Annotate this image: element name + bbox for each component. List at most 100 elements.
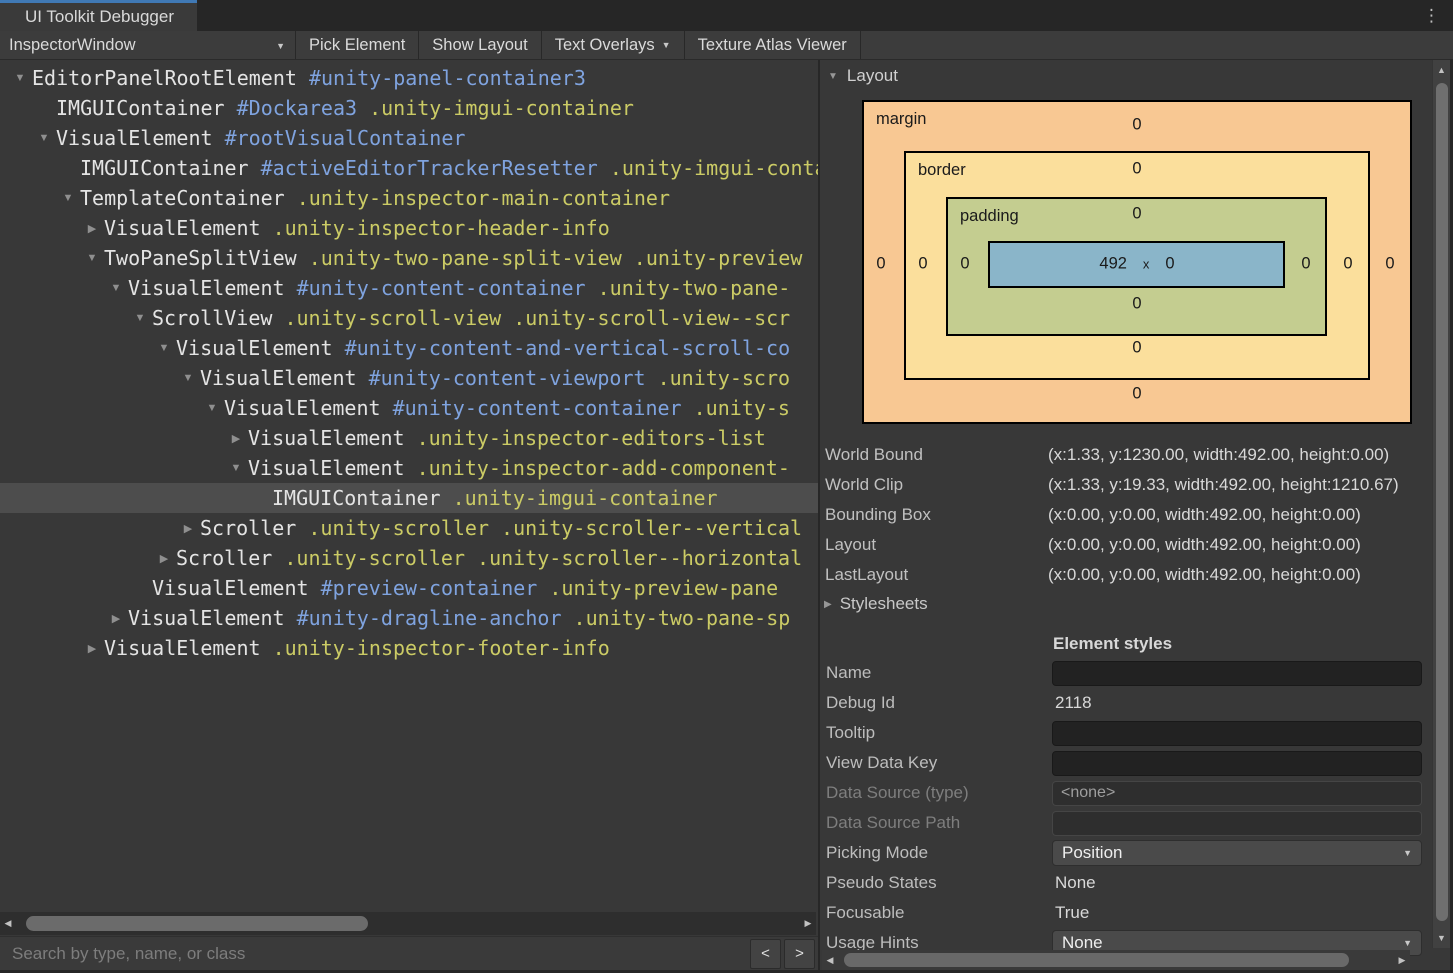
element-hierarchy-pane: ▼EditorPanelRootElement #unity-panel-con… bbox=[0, 60, 818, 973]
tree-row[interactable]: ▶VisualElement .unity-inspector-header-i… bbox=[0, 213, 818, 243]
tree-token-type: IMGUIContainer bbox=[56, 96, 225, 120]
foldout-expanded-icon[interactable]: ▼ bbox=[828, 71, 838, 82]
expander-expanded-icon[interactable]: ▼ bbox=[176, 372, 200, 384]
search-prev-button[interactable]: < bbox=[750, 939, 781, 969]
tree-row[interactable]: ▶Scroller .unity-scroller .unity-scrolle… bbox=[0, 543, 818, 573]
padding-left-value: 0 bbox=[960, 255, 969, 274]
texture-atlas-viewer-button[interactable]: Texture Atlas Viewer bbox=[685, 31, 861, 59]
property-label: LastLayout bbox=[822, 565, 1048, 585]
text-overlays-label: Text Overlays bbox=[555, 36, 655, 55]
focusable-value: True bbox=[1052, 903, 1089, 923]
expander-expanded-icon[interactable]: ▼ bbox=[200, 402, 224, 414]
tooltip-field[interactable] bbox=[1052, 721, 1422, 746]
scroll-left-icon[interactable]: ◀ bbox=[822, 955, 838, 966]
details-vertical-scrollbar[interactable]: ▲ ▼ bbox=[1432, 60, 1450, 948]
expander-expanded-icon[interactable]: ▼ bbox=[224, 462, 248, 474]
tree-row[interactable]: ▶Scroller .unity-scroller .unity-scrolle… bbox=[0, 513, 818, 543]
padding-bottom-value: 0 bbox=[1132, 295, 1141, 314]
expander-expanded-icon[interactable]: ▼ bbox=[80, 252, 104, 264]
scroll-down-icon[interactable]: ▼ bbox=[1433, 933, 1450, 943]
data-source-type-row: Data Source (type) bbox=[822, 778, 1426, 808]
tree-token-cls: .unity-inspector-footer-info bbox=[261, 636, 610, 660]
tree-token-type: IMGUIContainer bbox=[80, 156, 249, 180]
tree-row[interactable]: ▶VisualElement #unity-dragline-anchor .u… bbox=[0, 603, 818, 633]
tree-row[interactable]: IMGUIContainer #activeEditorTrackerReset… bbox=[0, 153, 818, 183]
tree-row[interactable]: ▼ScrollView .unity-scroll-view .unity-sc… bbox=[0, 303, 818, 333]
tree-row[interactable]: IMGUIContainer #Dockarea3 .unity-imgui-c… bbox=[0, 93, 818, 123]
tree-row[interactable]: ▶VisualElement .unity-inspector-editors-… bbox=[0, 423, 818, 453]
name-label: Name bbox=[822, 663, 1052, 683]
show-layout-button[interactable]: Show Layout bbox=[419, 31, 541, 59]
margin-right-value: 0 bbox=[1385, 255, 1394, 274]
border-right-value: 0 bbox=[1343, 255, 1352, 274]
tree-token-type: TwoPaneSplitView bbox=[104, 246, 297, 270]
tree-token-cls: .unity-scroller bbox=[272, 546, 465, 570]
property-label: Layout bbox=[822, 535, 1048, 555]
rect-properties: World Bound(x:1.33, y:1230.00, width:492… bbox=[822, 440, 1432, 590]
expander-expanded-icon[interactable]: ▼ bbox=[128, 312, 152, 324]
content-width-value: 492 bbox=[1099, 255, 1127, 274]
tree-token-cls: .unity-two-pane- bbox=[586, 276, 791, 300]
foldout-collapsed-icon[interactable]: ▶ bbox=[824, 599, 832, 610]
tree-row[interactable]: ▼VisualElement .unity-inspector-add-comp… bbox=[0, 453, 818, 483]
picking-mode-dropdown[interactable]: Position ▼ bbox=[1052, 840, 1422, 866]
layout-foldout[interactable]: ▼ Layout bbox=[828, 66, 898, 86]
expander-collapsed-icon[interactable]: ▶ bbox=[104, 612, 128, 625]
element-details-pane: ▼ Layout margin border padding 0 0 0 0 0… bbox=[820, 60, 1432, 973]
element-styles-header: Element styles bbox=[822, 630, 1426, 658]
expander-collapsed-icon[interactable]: ▶ bbox=[224, 432, 248, 445]
tree-row[interactable]: ▼VisualElement #unity-content-viewport .… bbox=[0, 363, 818, 393]
stylesheets-foldout[interactable]: ▶ Stylesheets bbox=[824, 590, 928, 618]
tree-row-selected[interactable]: IMGUIContainer .unity-imgui-container bbox=[0, 483, 818, 513]
tree-row[interactable]: ▼VisualElement #unity-content-and-vertic… bbox=[0, 333, 818, 363]
search-next-button[interactable]: > bbox=[784, 939, 815, 969]
data-source-path-field bbox=[1052, 811, 1422, 836]
tree-row[interactable]: ▼TemplateContainer .unity-inspector-main… bbox=[0, 183, 818, 213]
expander-collapsed-icon[interactable]: ▶ bbox=[80, 222, 104, 235]
property-row: Layout(x:0.00, y:0.00, width:492.00, hei… bbox=[822, 530, 1432, 560]
expander-expanded-icon[interactable]: ▼ bbox=[104, 282, 128, 294]
tree-token-cls: .unity-scroller--horizontal bbox=[465, 546, 802, 570]
expander-collapsed-icon[interactable]: ▶ bbox=[152, 552, 176, 565]
expander-expanded-icon[interactable]: ▼ bbox=[8, 72, 32, 84]
scrollbar-track[interactable] bbox=[838, 950, 1394, 970]
property-value: (x:1.33, y:1230.00, width:492.00, height… bbox=[1048, 445, 1389, 465]
tree-row[interactable]: VisualElement #preview-container .unity-… bbox=[0, 573, 818, 603]
tree-token-cls: .unity-scroller--vertical bbox=[489, 516, 802, 540]
hierarchy-horizontal-scrollbar[interactable]: ◀ ▶ bbox=[0, 912, 816, 935]
scroll-right-icon[interactable]: ▶ bbox=[800, 918, 816, 929]
pick-element-button[interactable]: Pick Element bbox=[296, 31, 419, 59]
tree-row[interactable]: ▼EditorPanelRootElement #unity-panel-con… bbox=[0, 63, 818, 93]
tab-ui-toolkit-debugger[interactable]: UI Toolkit Debugger bbox=[0, 0, 197, 31]
expander-collapsed-icon[interactable]: ▶ bbox=[80, 642, 104, 655]
expander-collapsed-icon[interactable]: ▶ bbox=[176, 522, 200, 535]
data-source-path-row: Data Source Path bbox=[822, 808, 1426, 838]
property-label: World Bound bbox=[822, 445, 1048, 465]
text-overlays-dropdown[interactable]: Text Overlays ▼ bbox=[542, 31, 685, 59]
target-window-dropdown[interactable]: InspectorWindow ▼ bbox=[0, 31, 296, 59]
scrollbar-thumb[interactable] bbox=[1436, 83, 1448, 921]
search-input[interactable] bbox=[0, 937, 750, 970]
margin-left-value: 0 bbox=[876, 255, 885, 274]
scrollbar-track[interactable] bbox=[16, 912, 800, 935]
scrollbar-thumb[interactable] bbox=[26, 916, 368, 931]
tree-row[interactable]: ▶VisualElement .unity-inspector-footer-i… bbox=[0, 633, 818, 663]
tree-token-cls: .unity-imgui-container bbox=[598, 156, 818, 180]
tree-row[interactable]: ▼VisualElement #unity-content-container … bbox=[0, 393, 818, 423]
details-horizontal-scrollbar[interactable]: ◀ ▶ bbox=[822, 950, 1410, 970]
pseudo-states-row: Pseudo States None bbox=[822, 868, 1426, 898]
tree-row[interactable]: ▼VisualElement #unity-content-container … bbox=[0, 273, 818, 303]
expander-expanded-icon[interactable]: ▼ bbox=[152, 342, 176, 354]
expander-expanded-icon[interactable]: ▼ bbox=[56, 192, 80, 204]
scroll-up-icon[interactable]: ▲ bbox=[1433, 65, 1450, 75]
scroll-left-icon[interactable]: ◀ bbox=[0, 918, 16, 929]
kebab-menu-icon[interactable]: ⋮ bbox=[1423, 3, 1440, 28]
tree-row[interactable]: ▼TwoPaneSplitView .unity-two-pane-split-… bbox=[0, 243, 818, 273]
scrollbar-thumb[interactable] bbox=[844, 953, 1349, 967]
scroll-right-icon[interactable]: ▶ bbox=[1394, 955, 1410, 966]
expander-expanded-icon[interactable]: ▼ bbox=[32, 132, 56, 144]
view-data-key-field[interactable] bbox=[1052, 751, 1422, 776]
name-field[interactable] bbox=[1052, 661, 1422, 686]
tree-row[interactable]: ▼VisualElement #rootVisualContainer bbox=[0, 123, 818, 153]
property-row: Bounding Box(x:0.00, y:0.00, width:492.0… bbox=[822, 500, 1432, 530]
